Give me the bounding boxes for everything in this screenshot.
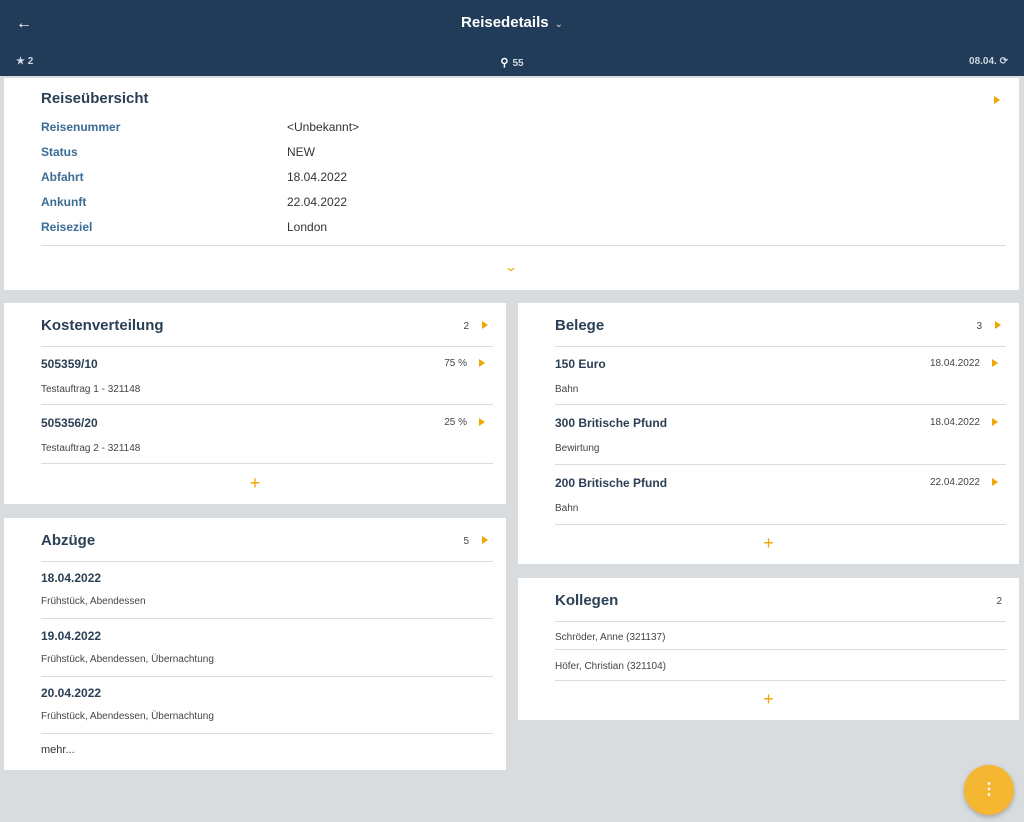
chevron-right-icon	[992, 418, 998, 426]
marker-count: 55	[512, 58, 524, 69]
item-title: 505356/20	[41, 416, 98, 430]
item-percent: 75 %	[444, 358, 467, 369]
card-header[interactable]: Belege 3	[555, 317, 1006, 347]
more-link[interactable]: mehr...	[41, 744, 75, 756]
overview-value: London	[287, 220, 328, 234]
chevron-right-icon	[479, 359, 485, 367]
overview-title: Reiseübersicht	[41, 90, 149, 107]
receipts-card: Belege 3 150 Euro 18.04.2022 Bahn 300 Br…	[518, 303, 1019, 564]
item-title: 18.04.2022	[41, 571, 102, 585]
list-item[interactable]: 150 Euro 18.04.2022 Bahn	[555, 348, 1006, 405]
item-title: 150 Euro	[555, 357, 606, 371]
card-title: Abzüge	[41, 532, 96, 549]
list-item[interactable]: 505356/20 25 % Testauftrag 2 - 321148	[41, 406, 493, 464]
item-date: 18.04.2022	[929, 358, 980, 369]
vertical-dots-icon: ⋮	[981, 781, 997, 798]
overview-label: Reisenummer	[41, 120, 121, 134]
colleague-name: Höfer, Christian (321104)	[555, 661, 666, 672]
overview-row: Ankunft 22.04.2022	[41, 195, 741, 215]
item-count: 2	[463, 321, 469, 332]
overview-row: Status NEW	[41, 145, 741, 165]
card-header[interactable]: Abzüge 5	[41, 532, 493, 562]
add-button[interactable]: +	[4, 474, 506, 492]
item-title: 19.04.2022	[41, 629, 102, 643]
overview-row: Reisenummer <Unbekannt>	[41, 120, 741, 140]
item-subtitle: Bahn	[555, 384, 579, 395]
item-title: 300 Britische Pfund	[555, 416, 668, 430]
overview-value: 18.04.2022	[287, 170, 348, 184]
overview-row: Reiseziel London	[41, 220, 741, 240]
card-header: Kollegen 2	[555, 592, 1006, 622]
chevron-right-icon	[995, 321, 1001, 329]
item-percent: 25 %	[444, 417, 467, 428]
chevron-down-icon: ⌄	[554, 19, 563, 30]
page-title: Reisedetails	[461, 14, 549, 31]
add-button[interactable]: +	[518, 534, 1019, 552]
overview-value: <Unbekannt>	[287, 120, 360, 134]
add-button[interactable]: +	[518, 690, 1019, 708]
list-item: 18.04.2022 Frühstück, Abendessen	[41, 563, 493, 619]
divider	[41, 245, 1006, 246]
colleagues-card: Kollegen 2 Schröder, Anne (321137) Höfer…	[518, 578, 1019, 720]
card-title: Belege	[555, 317, 605, 334]
card-title: Kostenverteilung	[41, 317, 164, 334]
card-header[interactable]: Kostenverteilung 2	[41, 317, 493, 347]
list-item[interactable]: 200 Britische Pfund 22.04.2022 Bahn	[555, 466, 1006, 525]
chevron-right-icon	[992, 359, 998, 367]
list-item[interactable]: Höfer, Christian (321104)	[555, 651, 1006, 681]
overview-label: Reiseziel	[41, 220, 93, 234]
refresh-icon: ⟳	[999, 56, 1008, 67]
sync-status[interactable]: 08.04. ⟳	[969, 56, 1008, 67]
overview-value: NEW	[287, 145, 315, 159]
chevron-right-icon	[992, 478, 998, 486]
list-item[interactable]: Schröder, Anne (321137)	[555, 623, 1006, 650]
list-item: 19.04.2022 Frühstück, Abendessen, Überna…	[41, 620, 493, 677]
item-title: 20.04.2022	[41, 686, 102, 700]
item-count: 5	[463, 536, 469, 547]
overview-label: Status	[41, 145, 78, 159]
item-subtitle: Bahn	[555, 503, 579, 514]
deductions-card: Abzüge 5 18.04.2022 Frühstück, Abendesse…	[4, 518, 506, 770]
chevron-right-icon	[482, 321, 488, 329]
item-title: 505359/10	[41, 357, 98, 371]
overview-row: Abfahrt 18.04.2022	[41, 170, 741, 190]
expand-chevron-icon[interactable]: ⌄	[504, 260, 518, 274]
list-item[interactable]: 300 Britische Pfund 18.04.2022 Bewirtung	[555, 406, 1006, 465]
item-count: 2	[996, 596, 1002, 607]
item-title: 200 Britische Pfund	[555, 476, 668, 490]
item-subtitle: Testauftrag 1 - 321148	[41, 384, 141, 395]
overview-label: Abfahrt	[41, 170, 84, 184]
marker-value: ⚲ 55	[0, 56, 1024, 69]
status-strip: ★ 2 ⚲ 55 08.04. ⟳	[0, 52, 1024, 72]
overview-value: 22.04.2022	[287, 195, 348, 209]
item-count: 3	[976, 321, 982, 332]
overview-label: Ankunft	[41, 195, 87, 209]
app-header: ← Reisedetails ⌄ ★ 2 ⚲ 55 08.04. ⟳	[0, 0, 1024, 76]
list-item: 20.04.2022 Frühstück, Abendessen, Überna…	[41, 678, 493, 734]
colleague-name: Schröder, Anne (321137)	[555, 632, 666, 643]
list-item[interactable]: 505359/10 75 % Testauftrag 1 - 321148	[41, 348, 493, 405]
chevron-right-icon[interactable]	[994, 96, 1000, 104]
more-options-fab[interactable]: ⋮	[964, 765, 1014, 815]
page-title-dropdown[interactable]: Reisedetails ⌄	[0, 14, 1024, 31]
chevron-right-icon	[479, 418, 485, 426]
item-subtitle: Frühstück, Abendessen, Übernachtung	[41, 711, 214, 722]
sync-date: 08.04.	[969, 56, 997, 67]
card-title: Kollegen	[555, 592, 619, 609]
item-date: 18.04.2022	[929, 417, 980, 428]
trip-overview-card: Reiseübersicht Reisenummer <Unbekannt> S…	[4, 78, 1019, 290]
cost-allocation-card: Kostenverteilung 2 505359/10 75 % Testau…	[4, 303, 506, 504]
item-subtitle: Bewirtung	[555, 443, 600, 454]
item-subtitle: Frühstück, Abendessen, Übernachtung	[41, 654, 214, 665]
flag-icon: ⚲	[500, 57, 509, 69]
chevron-right-icon	[482, 536, 488, 544]
item-subtitle: Frühstück, Abendessen	[41, 596, 146, 607]
item-date: 22.04.2022	[929, 477, 980, 488]
item-subtitle: Testauftrag 2 - 321148	[41, 443, 141, 454]
